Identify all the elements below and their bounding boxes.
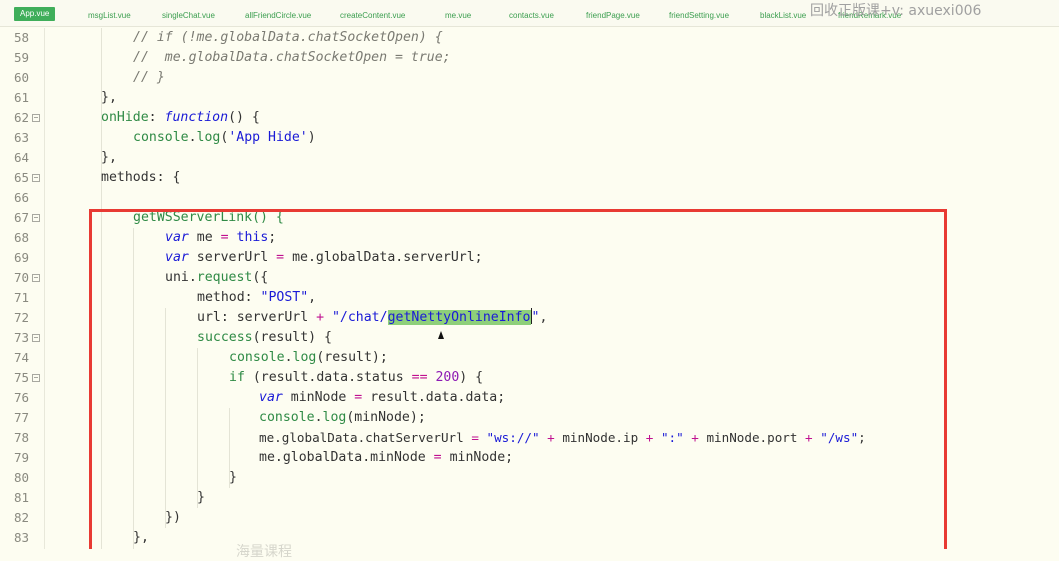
line-number: 59 [13, 50, 29, 65]
code-text: // me.globalData.chatSocketOpen = true; [133, 50, 451, 65]
line-number: 63 [13, 130, 29, 145]
tab-blacklist-vue[interactable]: blackList.vue [760, 8, 806, 23]
tab-createcontent-vue[interactable]: createContent.vue [340, 8, 405, 23]
line-number: 78 [13, 430, 29, 445]
line-number: 77 [13, 410, 29, 425]
line-number: 68 [13, 230, 29, 245]
code-text: // } [133, 70, 165, 85]
tab-me-vue[interactable]: me.vue [445, 8, 471, 23]
highlight-annotation-box [89, 209, 947, 549]
code-text: }, [101, 150, 117, 165]
tab-allfriendcircle-vue[interactable]: allFriendCircle.vue [245, 8, 311, 23]
code-line: 62 onHide: function() { [0, 108, 1059, 128]
line-number: 71 [13, 290, 29, 305]
line-number: 58 [13, 30, 29, 45]
line-number: 66 [13, 190, 29, 205]
tab-contacts-vue[interactable]: contacts.vue [509, 8, 554, 23]
tab-app-vue[interactable]: App.vue [14, 7, 56, 21]
line-number: 72 [13, 310, 29, 325]
code-line: 59 // me.globalData.chatSocketOpen = tru… [0, 48, 1059, 68]
line-number: 83 [13, 530, 29, 545]
fold-toggle-icon[interactable] [32, 274, 40, 282]
code-text: methods: { [101, 170, 181, 185]
fold-toggle-icon[interactable] [32, 114, 40, 122]
tab-friendpage-vue[interactable]: friendPage.vue [586, 8, 640, 23]
line-number: 76 [13, 390, 29, 405]
line-number: 82 [13, 510, 29, 525]
fold-toggle-icon[interactable] [32, 334, 40, 342]
code-text: onHide: function() { [101, 110, 260, 125]
line-number: 67 [13, 210, 29, 225]
mouse-pointer-icon [438, 331, 444, 339]
code-line: 58 // if (!me.globalData.chatSocketOpen)… [0, 28, 1059, 48]
line-number: 74 [13, 350, 29, 365]
line-number: 75 [13, 370, 29, 385]
line-number: 62 [13, 110, 29, 125]
code-text: console.log('App Hide') [133, 130, 316, 145]
tab-msglist-vue[interactable]: msgList.vue [88, 8, 131, 23]
line-number: 60 [13, 70, 29, 85]
code-line: 61 }, [0, 88, 1059, 108]
line-number: 80 [13, 470, 29, 485]
line-number: 70 [13, 270, 29, 285]
line-number: 79 [13, 450, 29, 465]
code-line: 64 }, [0, 148, 1059, 168]
tab-friendsetting-vue[interactable]: friendSetting.vue [669, 8, 729, 23]
code-line: 60 // } [0, 68, 1059, 88]
faded-watermark-text: 海量课程 [236, 544, 292, 560]
line-number: 73 [13, 330, 29, 345]
fold-toggle-icon[interactable] [32, 374, 40, 382]
code-line: 63 console.log('App Hide') [0, 128, 1059, 148]
watermark-text: 回收正版课+v: axuexi006 [810, 3, 982, 19]
code-line: 65 methods: { [0, 168, 1059, 188]
code-line: 66 [0, 188, 1059, 208]
tab-singlechat-vue[interactable]: singleChat.vue [162, 8, 215, 23]
code-text: // if (!me.globalData.chatSocketOpen) { [133, 30, 443, 45]
code-text: }, [101, 90, 117, 105]
line-number: 69 [13, 250, 29, 265]
line-number: 61 [13, 90, 29, 105]
line-number: 65 [13, 170, 29, 185]
fold-toggle-icon[interactable] [32, 214, 40, 222]
line-number: 64 [13, 150, 29, 165]
fold-toggle-icon[interactable] [32, 174, 40, 182]
line-number: 81 [13, 490, 29, 505]
